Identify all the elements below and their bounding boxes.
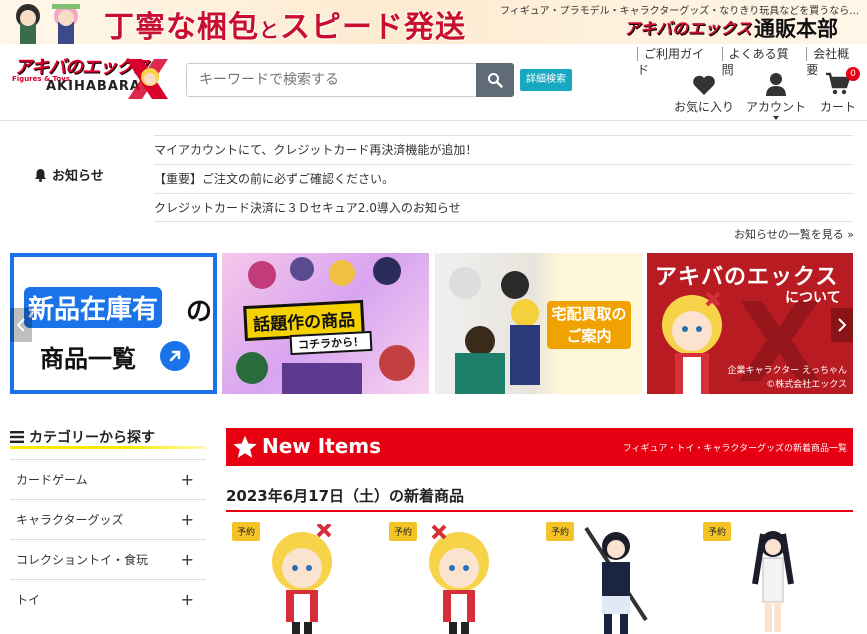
promo-brand-suffix: 通販本部: [754, 17, 838, 41]
product-card[interactable]: 予約: [540, 518, 690, 634]
favorites-label: お気に入り: [674, 100, 735, 114]
star-icon: [233, 435, 257, 458]
category-item[interactable]: コレクショントイ・食玩 +: [10, 539, 206, 579]
category-title-underline: [10, 446, 206, 449]
category-title: カテゴリーから探す: [10, 427, 155, 447]
category-title-label: カテゴリーから探す: [29, 430, 155, 446]
product-image: [752, 531, 794, 632]
news-item[interactable]: クレジットカード決済に３Ｄセキュア2.0導入のお知らせ: [154, 193, 853, 222]
account-label: アカウント: [746, 100, 807, 114]
slogan-and: と: [259, 18, 280, 42]
banner-new-stock-line2: 商品一覧: [40, 345, 136, 373]
banner-about[interactable]: X アキバのエックス について 企業キャラクター えっちゃん ©株式会社エックス: [647, 253, 853, 394]
banner-carousel: 新品在庫有 の 商品一覧 話題作の商品 コチラから！ 宅配買取の ご案内 X ア…: [10, 253, 853, 394]
banner-buyback-label: 宅配買取の ご案内: [547, 301, 631, 349]
logo-x-mark: [126, 59, 168, 99]
preorder-badge: 予約: [703, 522, 732, 541]
banner-new-stock-particle: の: [186, 297, 213, 327]
banner-trending[interactable]: 話題作の商品 コチラから！: [222, 253, 429, 394]
plus-icon[interactable]: +: [181, 590, 194, 609]
search-input[interactable]: [186, 63, 476, 97]
new-items-header: New Items フィギュア・トイ・キャラクターグッズの新着商品一覧: [226, 428, 853, 466]
banner-buyback[interactable]: 宅配買取の ご案内: [435, 253, 642, 394]
chevron-left-icon: [16, 318, 25, 332]
header-divider: [0, 120, 867, 121]
product-image: [584, 526, 648, 634]
banner-about-sub: について: [785, 290, 841, 306]
chevron-right-icon: [838, 318, 847, 332]
mascot-image: [662, 291, 722, 394]
bell-icon: [35, 168, 46, 182]
category-item-label: カードゲーム: [16, 473, 88, 487]
product-image: [272, 524, 332, 634]
banner-trending-sub: コチラから！: [289, 330, 373, 356]
news-item[interactable]: マイアカウントにて、クレジットカード再決済機能が追加！: [154, 135, 853, 164]
news-heading: お知らせ: [34, 165, 104, 184]
news-item[interactable]: 【重要】ご注文の前に必ずご確認ください。: [154, 164, 853, 193]
cart-button[interactable]: 0 カート: [820, 67, 860, 115]
new-items-title: New Items: [262, 434, 382, 458]
preorder-badge: 予約: [389, 522, 418, 541]
arrow-right-icon: [160, 341, 190, 371]
news-more-link[interactable]: お知らせの一覧を見る »: [734, 226, 854, 242]
new-items-date: 2023年6月17日（土）の新着商品: [226, 487, 465, 505]
date-underline: [226, 510, 853, 512]
product-card[interactable]: 予約: [226, 518, 376, 634]
cart-count-badge: 0: [846, 67, 860, 81]
cart-label: カート: [820, 100, 857, 114]
user-icon: [766, 73, 786, 96]
character-illustration: [16, 4, 80, 44]
banner-about-caption2: ©株式会社エックス: [766, 380, 847, 390]
menu-icon: [10, 431, 24, 443]
product-card[interactable]: 予約: [383, 518, 533, 634]
new-items-list-link[interactable]: フィギュア・トイ・キャラクターグッズの新着商品一覧: [623, 441, 847, 454]
search-icon: [488, 73, 503, 88]
preorder-badge: 予約: [546, 522, 575, 541]
promo-slogan: 丁寧な梱包とスピード発送: [104, 2, 466, 44]
category-item-label: コレクショントイ・食玩: [16, 553, 149, 567]
news-list: マイアカウントにて、クレジットカード再決済機能が追加！ 【重要】ご注文の前に必ず…: [154, 135, 853, 222]
site-logo[interactable]: アキバのエックス Figures & Toys AKIHABARA: [10, 53, 172, 105]
promo-banner[interactable]: 丁寧な梱包とスピード発送 フィギュア・プラモデル・キャラクターグッズ・なりきり玩…: [0, 0, 867, 44]
product-card[interactable]: 予約: [697, 518, 847, 632]
slogan-part2: スピード発送: [280, 10, 466, 44]
category-item[interactable]: トイ +: [10, 579, 206, 619]
favorites-button[interactable]: お気に入り: [674, 68, 734, 115]
plus-icon[interactable]: +: [181, 510, 194, 529]
category-item-label: トイ: [16, 593, 41, 607]
heart-icon: [693, 75, 715, 95]
site-header: アキバのエックス Figures & Toys AKIHABARA 詳細検索 ご…: [0, 44, 867, 120]
banner-new-stock-line1: 新品在庫有: [24, 287, 163, 328]
product-grid: 予約 予約 予約 予約: [226, 518, 853, 634]
slogan-part1: 丁寧な梱包: [104, 10, 259, 44]
preorder-badge: 予約: [232, 522, 261, 541]
category-item[interactable]: カードゲーム +: [10, 459, 206, 499]
category-list: カードゲーム + キャラクターグッズ + コレクショントイ・食玩 + トイ +: [10, 459, 206, 619]
category-item[interactable]: キャラクターグッズ +: [10, 499, 206, 539]
product-image: [429, 524, 489, 634]
category-item-label: キャラクターグッズ: [16, 513, 124, 527]
banner-new-stock[interactable]: 新品在庫有 の 商品一覧: [10, 253, 217, 394]
carousel-next-button[interactable]: [831, 308, 853, 342]
account-button[interactable]: アカウント: [746, 68, 806, 120]
banner-about-caption1: 企業キャラクター えっちゃん: [727, 366, 847, 376]
carousel-prev-button[interactable]: [10, 308, 32, 342]
promo-brand: アキバのエックス: [624, 19, 752, 38]
plus-icon[interactable]: +: [181, 550, 194, 569]
news-heading-label: お知らせ: [52, 169, 104, 184]
search-button[interactable]: [476, 63, 514, 97]
plus-icon[interactable]: +: [181, 470, 194, 489]
advanced-search-button[interactable]: 詳細検索: [520, 69, 572, 91]
